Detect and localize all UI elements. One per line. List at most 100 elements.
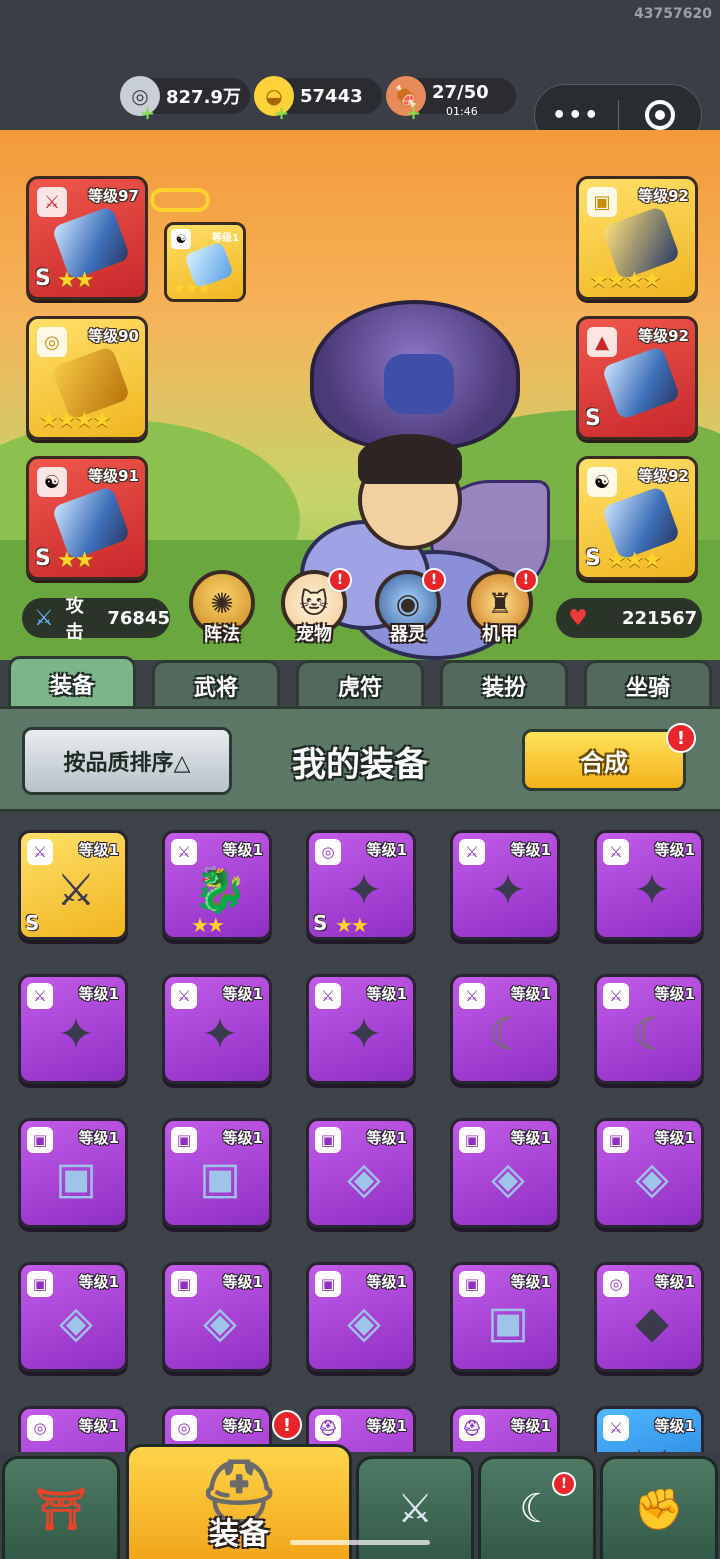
inventory-item[interactable]: ◎ 等级1 ◆: [18, 1406, 128, 1452]
tab-label: 坐骑: [625, 675, 670, 701]
attack-label: 攻击: [65, 596, 84, 643]
item-grade: S: [25, 911, 40, 935]
inventory-item[interactable]: ▣ 等级1 ▣: [450, 1262, 560, 1372]
tab-generals[interactable]: 武将: [152, 660, 280, 708]
item-art: ✦: [345, 864, 383, 916]
item-level: 等级1: [510, 1129, 551, 1147]
equip-slot-weapon[interactable]: ⚔ 等级97 S ★★: [26, 176, 148, 300]
category-tabs: 装备 武将 i 虎符 装扮 坐骑 i: [0, 656, 720, 1340]
inventory-item[interactable]: ⚔ 等级1 🐉 ★★: [162, 830, 272, 940]
inventory-item[interactable]: ▣ 等级1 ◈: [306, 1262, 416, 1372]
inventory-item[interactable]: ⚔ 等级1 ✦: [18, 974, 128, 1084]
slot-grade: S: [585, 546, 601, 571]
inventory-item[interactable]: ⚔ 等级1 ⚔ S: [18, 830, 128, 940]
item-level: 等级1: [222, 1273, 263, 1291]
stamina-timer: 01:46: [446, 105, 478, 118]
spirit-button[interactable]: ◉ 器灵 !: [370, 568, 446, 650]
equip-slot-medal[interactable]: ◎ 等级90 ★★★★: [26, 316, 148, 440]
item-art: ▣: [483, 1441, 533, 1453]
item-level: 等级1: [654, 985, 695, 1003]
item-level: 等级1: [78, 985, 119, 1003]
slot-grade: S: [35, 546, 51, 571]
notification-badge: !: [552, 1472, 576, 1496]
mecha-button[interactable]: ♜ 机甲 !: [462, 568, 538, 650]
gold-resource[interactable]: ◒ 57443 +: [254, 76, 382, 124]
pet-button[interactable]: 🐱 宠物 !: [276, 568, 352, 650]
item-art: ◈: [203, 1296, 237, 1348]
item-level: 等级1: [366, 1417, 407, 1435]
inventory-item[interactable]: ▣ 等级1 ▣: [18, 1118, 128, 1228]
slot-stars: ★★★: [607, 548, 662, 573]
slot-stars: ★★★★: [589, 268, 662, 293]
inventory-item[interactable]: ⚔ 等级1 ✦: [306, 974, 416, 1084]
hero-rider: [358, 434, 462, 550]
item-art: ◆: [51, 1441, 101, 1453]
tab-tiger-tally[interactable]: 虎符: [296, 660, 424, 708]
add-gold-icon[interactable]: +: [274, 103, 289, 124]
item-art: ◈: [347, 1152, 381, 1204]
item-level: 等级1: [222, 1129, 263, 1147]
hp-stat: ♥ 221567: [556, 598, 702, 638]
synthesize-button[interactable]: 合成: [522, 729, 686, 791]
item-level: 等级1: [78, 1273, 119, 1291]
attack-sword-icon: ⚔: [33, 605, 54, 631]
sort-by-quality-button[interactable]: 按品质排序△: [22, 727, 232, 795]
stamina-resource[interactable]: 🍖 27/50 01:46 +: [386, 76, 516, 124]
inventory-item[interactable]: ▣ 等级1 ◈: [594, 1118, 704, 1228]
nav-upgrade-button[interactable]: ✊: [600, 1456, 718, 1559]
medal-icon: ◎: [37, 327, 67, 357]
spirit-guardian: [310, 300, 520, 450]
inventory-item[interactable]: ⚔ 等级1 ✦: [594, 830, 704, 940]
tab-outfit[interactable]: 装扮: [440, 660, 568, 708]
inventory-item[interactable]: ▣ 等级1 ◈: [450, 1118, 560, 1228]
nav-hero-button[interactable]: ☾: [478, 1456, 596, 1559]
inventory-item[interactable]: ⛑ 等级1 ▣: [450, 1406, 560, 1452]
inventory-item[interactable]: ▣ 等级1 ◈: [162, 1262, 272, 1372]
equip-slot-yinyang[interactable]: ☯ 等级91 S ★★: [26, 456, 148, 580]
notification-badge: !: [514, 568, 538, 592]
close-miniprogram-button[interactable]: [619, 100, 702, 130]
slot-stars: ★★★: [173, 281, 211, 297]
item-level: 等级1: [222, 985, 263, 1003]
target-icon: [644, 100, 675, 130]
item-art: ☾: [488, 1008, 528, 1060]
item-level: 等级1: [510, 1273, 551, 1291]
inventory-item[interactable]: ▣ 等级1 ◈: [18, 1262, 128, 1372]
formation-button[interactable]: ✺ 阵法: [184, 570, 260, 650]
item-level: 等级1: [654, 1273, 695, 1291]
inventory-item[interactable]: ⚔ 等级1 ⚔: [594, 1406, 704, 1452]
boot-art: [601, 345, 681, 421]
item-art: 🐉: [192, 865, 248, 916]
slot-level: 等级92: [638, 327, 689, 345]
tab-mount[interactable]: 坐骑: [584, 660, 712, 708]
equip-slot-armor[interactable]: ▣ 等级92 ★★★★: [576, 176, 698, 300]
armor-icon: ▣: [603, 1127, 629, 1153]
slot-stars: ★★: [57, 268, 94, 293]
item-art: ◈: [347, 1296, 381, 1348]
equip-slot-linked[interactable]: ☯ 等级1 ★★★: [164, 222, 246, 302]
inventory-item[interactable]: ⚔ 等级1 ✦: [450, 830, 560, 940]
add-stamina-icon[interactable]: +: [406, 103, 421, 124]
inventory-item[interactable]: ⚔ 等级1 ☾: [450, 974, 560, 1084]
equip-slot-gauntlet[interactable]: ☯ 等级92 S ★★★: [576, 456, 698, 580]
inventory-item[interactable]: ▣ 等级1 ◈: [306, 1118, 416, 1228]
inventory-item[interactable]: ◎ 等级1 ✦ S ★★: [306, 830, 416, 940]
inventory-item[interactable]: ⚔ 等级1 ✦: [162, 974, 272, 1084]
item-art: ◆: [635, 1296, 669, 1348]
inventory-item[interactable]: ▣ 等级1 ▣: [162, 1118, 272, 1228]
inventory-item[interactable]: ◎ 等级1 ◆: [594, 1262, 704, 1372]
item-level: 等级1: [510, 841, 551, 859]
sword-icon: ⚔: [603, 983, 629, 1009]
inventory-item[interactable]: ⚔ 等级1 ☾: [594, 974, 704, 1084]
nav-shop-button[interactable]: ⛩: [2, 1456, 120, 1559]
more-icon[interactable]: •••: [535, 103, 618, 128]
item-art: ✦: [345, 1008, 383, 1060]
stamina-value: 27/50: [432, 81, 489, 103]
add-silver-icon[interactable]: +: [140, 103, 155, 124]
item-art: ◈: [635, 1152, 669, 1204]
tab-equipment[interactable]: 装备: [8, 656, 136, 708]
slot-level: 等级92: [638, 187, 689, 205]
silver-value: 827.9万: [166, 87, 241, 108]
silver-resource[interactable]: ◎ 827.9万 +: [120, 76, 250, 124]
equip-slot-boots[interactable]: ▲ 等级92 S: [576, 316, 698, 440]
